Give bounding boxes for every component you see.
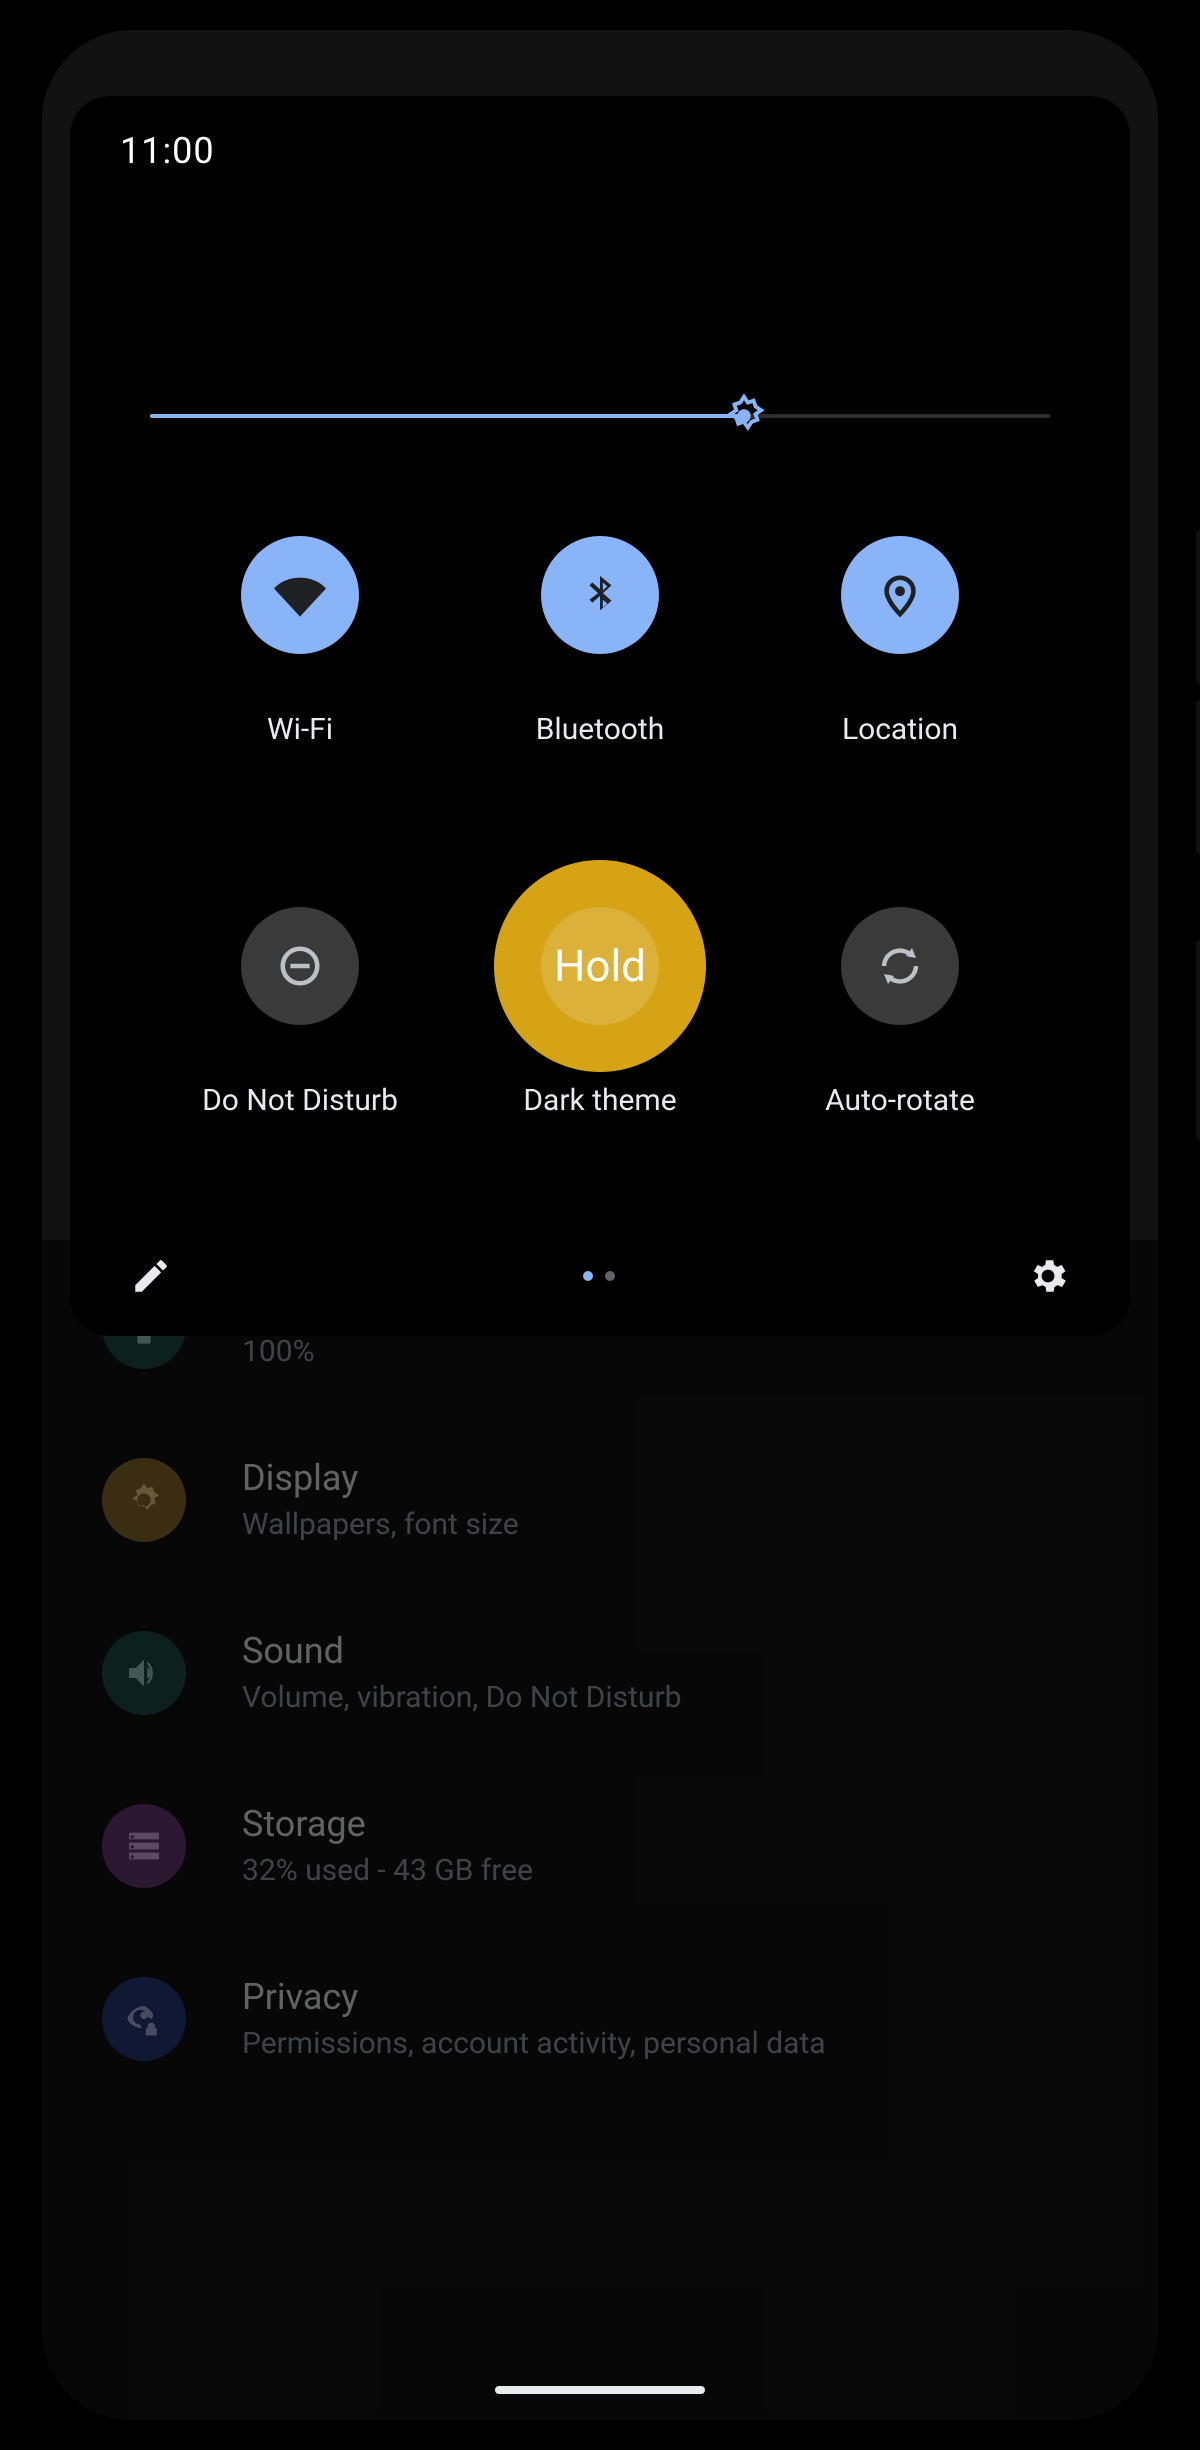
settings-item-storage[interactable]: Storage 32% used - 43 GB free <box>102 1759 1098 1932</box>
storage-icon <box>102 1804 186 1888</box>
tile-location[interactable]: Location <box>750 536 1050 747</box>
brightness-slider[interactable] <box>150 396 1050 436</box>
device-volume-down <box>1196 700 1200 854</box>
settings-item-subtitle: 100% <box>242 1334 356 1369</box>
settings-item-privacy[interactable]: Privacy Permissions, account activity, p… <box>102 1932 1098 2105</box>
tile-label: Do Not Disturb <box>202 1083 398 1118</box>
brightness-thumb-icon[interactable] <box>721 393 767 439</box>
settings-item-title: Privacy <box>242 1976 826 2018</box>
brightness-icon <box>102 1458 186 1542</box>
page-indicator <box>583 1271 615 1281</box>
settings-item-title: Storage <box>242 1803 533 1845</box>
device-power-button <box>1196 940 1200 1140</box>
settings-item-subtitle: Wallpapers, font size <box>242 1507 519 1542</box>
settings-item-display[interactable]: Display Wallpapers, font size <box>102 1413 1098 1586</box>
tile-label: Wi-Fi <box>267 712 333 747</box>
privacy-icon <box>102 1977 186 2061</box>
hold-label: Hold <box>554 940 646 992</box>
sound-icon <box>102 1631 186 1715</box>
tile-label: Location <box>842 712 958 747</box>
settings-item-subtitle: 32% used - 43 GB free <box>242 1853 533 1888</box>
tile-label: Bluetooth <box>536 712 665 747</box>
phone-screen: Battery 100% Display Wallpapers, font si… <box>42 30 1158 2420</box>
settings-item-subtitle: Permissions, account activity, personal … <box>242 2026 826 2061</box>
tile-auto-rotate[interactable]: Auto-rotate <box>750 907 1050 1118</box>
quick-settings-panel: 11:00 Wi-Fi Bluetooth <box>70 96 1130 1336</box>
settings-button[interactable] <box>1026 1254 1070 1298</box>
auto-rotate-icon <box>841 907 959 1025</box>
tile-label: Dark theme <box>523 1083 676 1118</box>
edit-button[interactable] <box>130 1255 172 1297</box>
tile-bluetooth[interactable]: Bluetooth <box>450 536 750 747</box>
settings-list: Battery 100% Display Wallpapers, font si… <box>42 1240 1158 2420</box>
settings-item-title: Sound <box>242 1630 681 1672</box>
tile-wifi[interactable]: Wi-Fi <box>150 536 450 747</box>
gesture-nav-bar[interactable] <box>495 2386 705 2394</box>
location-icon <box>841 536 959 654</box>
settings-item-subtitle: Volume, vibration, Do Not Disturb <box>242 1680 681 1715</box>
dnd-icon <box>241 907 359 1025</box>
page-dot <box>605 1271 615 1281</box>
device-volume-up <box>1196 530 1200 684</box>
wifi-icon <box>241 536 359 654</box>
brightness-fill <box>150 414 744 418</box>
status-clock: 11:00 <box>120 130 215 172</box>
tile-label: Auto-rotate <box>825 1083 975 1118</box>
settings-item-sound[interactable]: Sound Volume, vibration, Do Not Disturb <box>102 1586 1098 1759</box>
tile-dnd[interactable]: Do Not Disturb <box>150 907 450 1118</box>
hold-press-overlay: Hold <box>494 860 706 1072</box>
page-dot-active <box>583 1271 593 1281</box>
settings-item-title: Display <box>242 1457 519 1499</box>
bluetooth-icon <box>541 536 659 654</box>
